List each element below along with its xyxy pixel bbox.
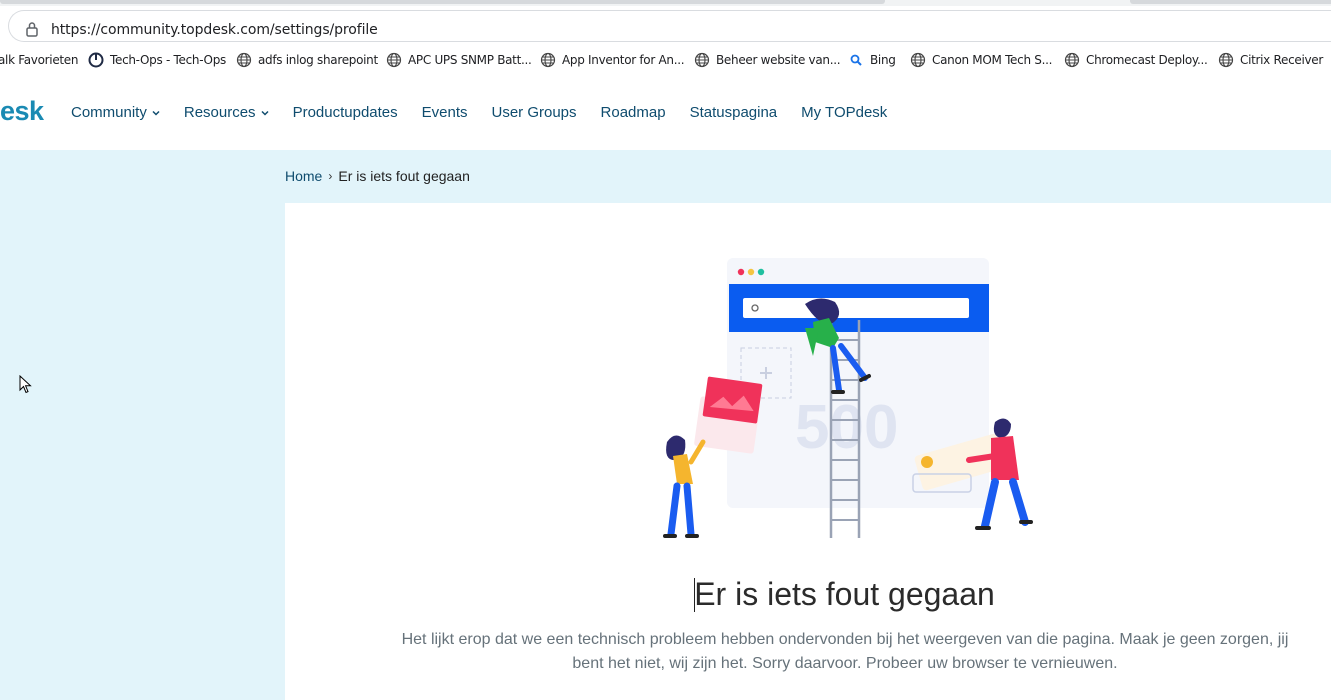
globe-icon: [386, 52, 402, 68]
nav-label: My TOPdesk: [801, 104, 888, 121]
bookmark-beheer-website[interactable]: Beheer website van...: [694, 51, 841, 69]
bookmark-label: Citrix Receiver: [1240, 53, 1324, 67]
error-title: Er is iets fout gegaan: [694, 576, 995, 612]
bookmark-app-inventor[interactable]: App Inventor for An...: [540, 51, 685, 69]
bookmark-adfs[interactable]: adfs inlog sharepoint: [236, 51, 378, 69]
other-tab-edge[interactable]: [1130, 0, 1331, 4]
bookmark-label: Canon MOM Tech S...: [932, 53, 1053, 67]
url-text[interactable]: https://community.topdesk.com/settings/p…: [51, 22, 378, 38]
bookmark-label: Beheer website van...: [716, 53, 841, 67]
chevron-down-icon: [152, 110, 160, 116]
globe-icon: [694, 52, 710, 68]
error-500-illustration: 500: [663, 258, 1033, 538]
bookmark-label: Bing: [870, 53, 896, 67]
breadcrumb-current: Er is iets fout gegaan: [338, 168, 470, 184]
nav-roadmap[interactable]: Roadmap: [601, 104, 666, 121]
nav-label: Productupdates: [292, 104, 398, 121]
text-cursor: [694, 578, 695, 612]
power-icon: [88, 52, 104, 68]
nav-resources[interactable]: Resources: [184, 104, 269, 121]
nav-label: Roadmap: [600, 104, 666, 121]
nav-productupdates[interactable]: Productupdates: [293, 104, 398, 121]
nav-my-topdesk[interactable]: My TOPdesk: [801, 104, 887, 121]
globe-icon: [540, 52, 556, 68]
breadcrumb-separator: ›: [328, 169, 333, 183]
bookmark-apc-ups[interactable]: APC UPS SNMP Batt...: [386, 51, 532, 69]
address-bar-row: https://community.topdesk.com/settings/p…: [0, 6, 1331, 42]
nav-community[interactable]: Community: [71, 104, 160, 121]
nav-events[interactable]: Events: [422, 104, 468, 121]
globe-icon: [910, 52, 926, 68]
nav-user-groups[interactable]: User Groups: [492, 104, 577, 121]
nav-label: Resources: [183, 104, 256, 121]
error-code-illustration-text: 500: [795, 393, 898, 462]
chevron-down-icon: [261, 110, 269, 116]
bookmark-bing[interactable]: Bing: [848, 51, 896, 69]
bookmark-tech-ops[interactable]: Tech-Ops - Tech-Ops: [88, 51, 226, 69]
nav-label: Community: [71, 104, 147, 121]
bookmark-label: APC UPS SNMP Batt...: [408, 53, 532, 67]
bookmark-canon-mom[interactable]: Canon MOM Tech S...: [910, 51, 1052, 69]
topdesk-logo[interactable]: esk: [0, 96, 44, 127]
bookmark-label: alk Favorieten: [0, 53, 79, 67]
breadcrumb: Home › Er is iets fout gegaan: [285, 168, 470, 184]
lock-icon[interactable]: [25, 21, 39, 37]
bookmarks-bar: alk Favorieten Tech-Ops - Tech-Ops adfs …: [0, 42, 1331, 77]
nav-statuspagina[interactable]: Statuspagina: [690, 104, 778, 121]
site-header: esk Community Resources Productupdates E…: [0, 76, 1331, 150]
bing-search-icon: [850, 54, 862, 66]
globe-icon: [236, 52, 252, 68]
nav-label: Events: [421, 104, 468, 121]
mouse-pointer-icon: [19, 375, 32, 394]
bookmark-label: adfs inlog sharepoint: [258, 53, 378, 67]
bookmark-chromecast[interactable]: Chromecast Deploy...: [1064, 51, 1208, 69]
active-tab-edge[interactable]: [0, 0, 885, 4]
bookmark-label: App Inventor for An...: [562, 53, 685, 67]
globe-icon: [1218, 52, 1234, 68]
nav-label: User Groups: [491, 104, 577, 121]
nav-label: Statuspagina: [689, 104, 778, 121]
error-message: Het lijkt erop dat we een technisch prob…: [401, 631, 1289, 672]
globe-icon: [1064, 52, 1080, 68]
main-nav: Community Resources Productupdates Event…: [71, 104, 911, 121]
bookmark-label: Tech-Ops - Tech-Ops: [110, 53, 226, 67]
breadcrumb-home[interactable]: Home: [285, 168, 322, 184]
address-bar[interactable]: https://community.topdesk.com/settings/p…: [8, 10, 1331, 42]
bookmark-citrix[interactable]: Citrix Receiver: [1218, 51, 1323, 69]
bookmark-favorieten[interactable]: alk Favorieten: [0, 51, 79, 69]
bookmark-label: Chromecast Deploy...: [1086, 53, 1208, 67]
